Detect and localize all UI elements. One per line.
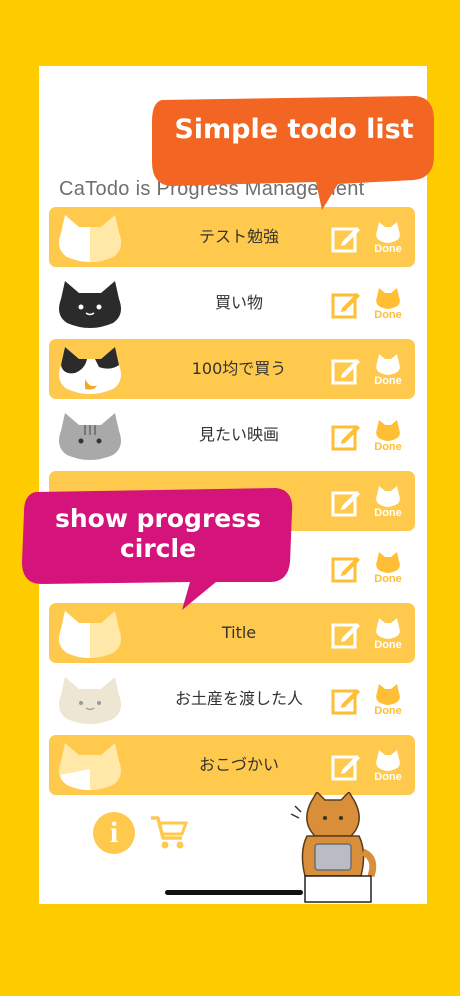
done-label: Done bbox=[374, 771, 402, 783]
edit-icon[interactable] bbox=[331, 289, 361, 319]
callout-text-middle-1: show progress bbox=[55, 504, 261, 533]
todo-title: 見たい映画 bbox=[198, 425, 279, 444]
edit-icon[interactable] bbox=[331, 355, 361, 385]
home-indicator[interactable] bbox=[165, 890, 303, 895]
edit-icon[interactable] bbox=[331, 751, 361, 781]
done-label: Done bbox=[374, 309, 402, 321]
done-label: Done bbox=[374, 639, 402, 651]
info-button[interactable]: i bbox=[93, 812, 135, 854]
done-button[interactable]: Done bbox=[371, 551, 405, 587]
done-button[interactable]: Done bbox=[371, 353, 405, 389]
edit-icon[interactable] bbox=[331, 619, 361, 649]
done-button[interactable]: Done bbox=[371, 419, 405, 455]
todo-title: 買い物 bbox=[214, 293, 263, 312]
cat-done-icon bbox=[376, 684, 400, 705]
cat-done-icon bbox=[376, 222, 400, 243]
todo-row[interactable]: お土産を渡した人 Done bbox=[49, 669, 415, 729]
todo-row[interactable]: 100均で買う Done bbox=[49, 339, 415, 399]
callout-text-top: Simple todo list bbox=[174, 114, 414, 145]
done-label: Done bbox=[374, 441, 402, 453]
todo-title: お土産を渡した人 bbox=[174, 689, 303, 708]
todo-row[interactable]: 買い物 Done bbox=[49, 273, 415, 333]
callout-text-middle-2: circle bbox=[119, 534, 197, 563]
callout-bubble-top-shape bbox=[152, 96, 434, 210]
todo-title: 100均で買う bbox=[191, 359, 287, 378]
callout-bubble-middle: show progress circle bbox=[20, 486, 296, 612]
cat-done-icon bbox=[376, 750, 400, 771]
cat-progress-icon bbox=[59, 611, 121, 658]
done-button[interactable]: Done bbox=[371, 749, 405, 785]
cat-done-icon bbox=[376, 420, 400, 441]
done-label: Done bbox=[374, 507, 402, 519]
todo-row[interactable]: 見たい映画 Done bbox=[49, 405, 415, 465]
cart-icon[interactable] bbox=[149, 814, 189, 852]
edit-icon[interactable] bbox=[331, 685, 361, 715]
edit-icon[interactable] bbox=[331, 223, 361, 253]
edit-icon[interactable] bbox=[331, 421, 361, 451]
cat-progress-icon bbox=[59, 215, 121, 262]
done-button[interactable]: Done bbox=[371, 485, 405, 521]
done-label: Done bbox=[374, 705, 402, 717]
todo-title: テスト勉強 bbox=[198, 227, 279, 246]
cat-done-icon bbox=[376, 288, 400, 309]
calico-cat-icon bbox=[59, 347, 121, 394]
done-label: Done bbox=[374, 243, 402, 255]
todo-row[interactable]: Title Done bbox=[49, 603, 415, 663]
done-button[interactable]: Done bbox=[371, 617, 405, 653]
edit-icon[interactable] bbox=[331, 487, 361, 517]
todo-title: おこづかい bbox=[198, 755, 279, 774]
todo-title: Title bbox=[221, 623, 257, 642]
cat-done-icon bbox=[376, 618, 400, 639]
todo-row[interactable]: おこづかい Done bbox=[49, 735, 415, 795]
cat-done-icon bbox=[376, 354, 400, 375]
cat-done-icon bbox=[376, 552, 400, 573]
mascot-cat-laptop-illustration bbox=[290, 792, 377, 903]
todo-row[interactable]: テスト勉強 Done bbox=[49, 207, 415, 267]
black-cat-icon bbox=[59, 281, 121, 328]
done-label: Done bbox=[374, 375, 402, 387]
done-button[interactable]: Done bbox=[371, 287, 405, 323]
gray-tabby-cat-icon bbox=[59, 413, 121, 460]
cat-progress-icon bbox=[59, 743, 121, 790]
done-label: Done bbox=[374, 573, 402, 585]
done-button[interactable]: Done bbox=[371, 221, 405, 257]
cat-done-icon bbox=[376, 486, 400, 507]
done-button[interactable]: Done bbox=[371, 683, 405, 719]
beige-cat-icon bbox=[59, 677, 121, 724]
callout-bubble-top: Simple todo list bbox=[148, 92, 440, 214]
edit-icon[interactable] bbox=[331, 553, 361, 583]
